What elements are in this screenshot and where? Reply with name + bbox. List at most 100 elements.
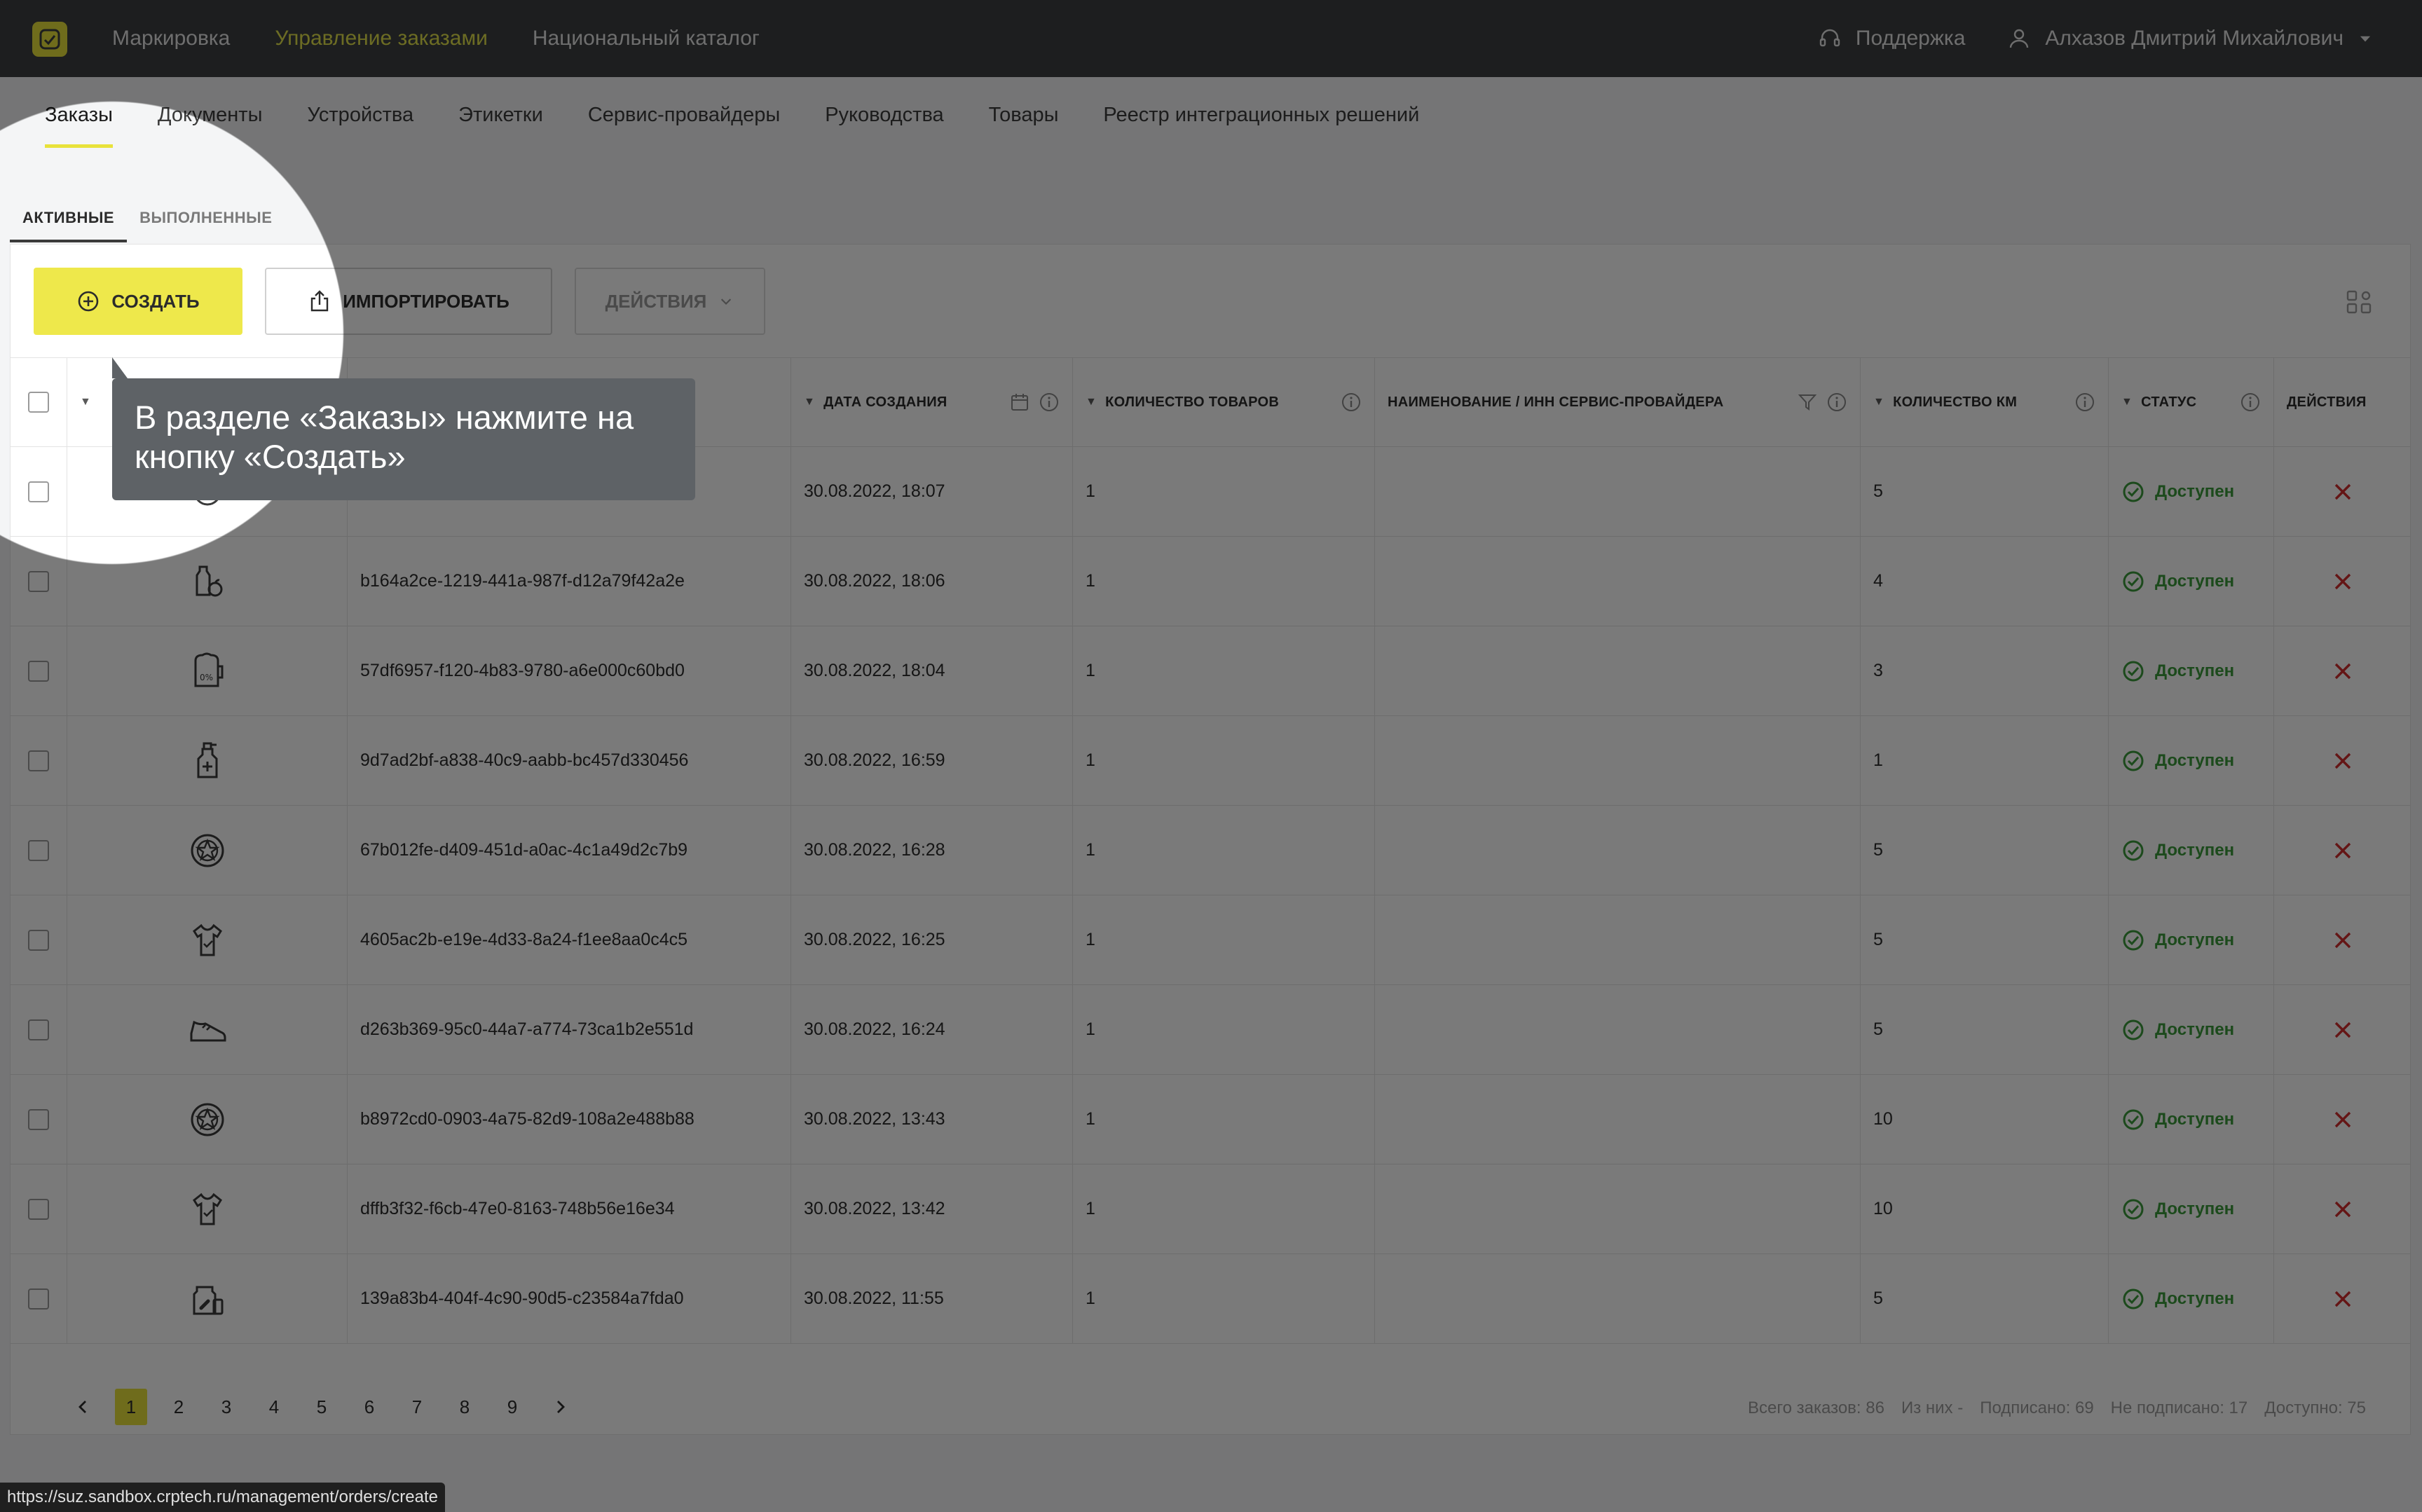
page-number[interactable]: 5 (306, 1389, 338, 1425)
row-km-count: 5 (1861, 985, 2109, 1074)
row-select-cell (10, 537, 67, 626)
top-nav-orders[interactable]: Управление заказами (275, 27, 488, 50)
row-order-id[interactable]: 57df6957-f120-4b83-9780-a6e000c60bd0 (348, 626, 791, 715)
tab-completed[interactable]: ВЫПОЛНЕННЫЕ (127, 196, 285, 242)
info-icon[interactable] (1826, 392, 1847, 413)
delete-icon[interactable] (2332, 750, 2354, 772)
table-row[interactable]: 139a83b4-404f-4c90-90d5-c23584a7fda0 30.0… (10, 1254, 2411, 1344)
user-menu[interactable]: Алхазов Дмитрий Михайлович (2007, 27, 2373, 50)
page-number[interactable]: 2 (163, 1389, 195, 1425)
row-order-id[interactable]: b164a2ce-1219-441a-987f-d12a79f42a2e (348, 537, 791, 626)
row-checkbox[interactable] (27, 929, 49, 951)
tab-manuals[interactable]: Руководства (825, 104, 943, 148)
row-checkbox[interactable] (27, 660, 49, 682)
logo[interactable] (32, 22, 67, 57)
page-number[interactable]: 7 (401, 1389, 433, 1425)
top-nav-catalog[interactable]: Национальный каталог (533, 27, 760, 50)
tab-orders[interactable]: Заказы (45, 104, 113, 148)
row-order-id[interactable]: 139a83b4-404f-4c90-90d5-c23584a7fda0 (348, 1254, 791, 1343)
page-number[interactable]: 6 (353, 1389, 385, 1425)
tab-devices[interactable]: Устройства (307, 104, 413, 148)
tab-service-providers[interactable]: Сервис-провайдеры (588, 104, 780, 148)
import-button[interactable]: ИМПОРТИРОВАТЬ (265, 268, 552, 335)
delete-icon[interactable] (2332, 1019, 2354, 1041)
headset-icon (1819, 29, 1840, 47)
row-category-cell (67, 806, 348, 895)
delete-icon[interactable] (2332, 660, 2354, 682)
row-order-id[interactable]: 4605ac2b-e19e-4d33-8a24-f1ee8aa0c4c5 (348, 895, 791, 984)
table-row[interactable]: 67b012fe-d409-451d-a0ac-4c1a49d2c7b9 30.0… (10, 806, 2411, 895)
table-row[interactable]: 4605ac2b-e19e-4d33-8a24-f1ee8aa0c4c5 30.0… (10, 895, 2411, 985)
delete-icon[interactable] (2332, 929, 2354, 951)
top-nav-marking[interactable]: Маркировка (112, 27, 230, 50)
calendar-icon[interactable] (1009, 392, 1030, 413)
table-row[interactable]: 9d7ad2bf-a838-40c9-aabb-bc457d330456 30.0… (10, 716, 2411, 806)
filter-icon[interactable] (1797, 392, 1818, 413)
status-badge: Доступен (2121, 1018, 2234, 1042)
row-actions-cell (2274, 895, 2411, 984)
table-row[interactable]: d263b369-95c0-44a7-a774-73ca1b2e551d 30.0… (10, 985, 2411, 1075)
row-checkbox[interactable] (27, 1288, 49, 1310)
row-order-id[interactable]: dffb3f32-f6cb-47e0-8163-748b56e16e34 (348, 1164, 791, 1253)
chevron-left-icon (78, 1401, 86, 1413)
table-row[interactable]: b164a2ce-1219-441a-987f-d12a79f42a2e 30.0… (10, 537, 2411, 626)
page-number[interactable]: 3 (210, 1389, 242, 1425)
hint-tooltip: В разделе «Заказы» нажмите на кнопку «Со… (112, 357, 695, 500)
tab-labels[interactable]: Этикетки (458, 104, 543, 148)
support-label: Поддержка (1855, 27, 1966, 50)
header-status[interactable]: ▼ СТАТУС (2109, 358, 2274, 446)
table-row[interactable]: b8972cd0-0903-4a75-82d9-108a2e488b88 30.0… (10, 1075, 2411, 1164)
info-icon[interactable] (2074, 392, 2095, 413)
prev-page-button[interactable] (67, 1389, 100, 1425)
page-number[interactable]: 1 (115, 1389, 147, 1425)
support-link[interactable]: Поддержка (1818, 27, 1966, 50)
delete-icon[interactable] (2332, 1108, 2354, 1131)
row-order-id[interactable]: 9d7ad2bf-a838-40c9-aabb-bc457d330456 (348, 716, 791, 805)
info-icon[interactable] (1341, 392, 1362, 413)
page-number[interactable]: 9 (496, 1389, 528, 1425)
stats-available: Доступно: 75 (2264, 1398, 2366, 1417)
delete-icon[interactable] (2332, 1198, 2354, 1221)
row-checkbox[interactable] (27, 1198, 49, 1220)
header-km-count[interactable]: ▼ КОЛИЧЕСТВО КМ (1861, 358, 2109, 446)
delete-icon[interactable] (2332, 570, 2354, 593)
select-all-checkbox[interactable] (27, 392, 49, 413)
delete-icon[interactable] (2332, 1288, 2354, 1310)
row-checkbox[interactable] (27, 1019, 49, 1040)
row-checkbox[interactable] (27, 839, 49, 861)
page-number[interactable]: 8 (449, 1389, 481, 1425)
row-checkbox[interactable] (27, 570, 49, 592)
delete-icon[interactable] (2332, 481, 2354, 503)
actions-dropdown[interactable]: ДЕЙСТВИЯ (575, 268, 765, 335)
row-goods-count: 1 (1073, 626, 1375, 715)
row-checkbox[interactable] (27, 481, 49, 502)
header-goods-count[interactable]: ▼ КОЛИЧЕСТВО ТОВАРОВ (1073, 358, 1375, 446)
row-checkbox[interactable] (27, 750, 49, 771)
delete-icon[interactable] (2332, 839, 2354, 862)
row-order-id[interactable]: 67b012fe-d409-451d-a0ac-4c1a49d2c7b9 (348, 806, 791, 895)
sort-icon[interactable]: ▼ (80, 396, 91, 408)
status-url: https://suz.sandbox.crptech.ru/managemen… (0, 1483, 445, 1512)
table-settings-icon[interactable] (2345, 287, 2373, 315)
header-provider[interactable]: НАИМЕНОВАНИЕ / ИНН СЕРВИС-ПРОВАЙДЕРА (1375, 358, 1861, 446)
row-order-id[interactable]: b8972cd0-0903-4a75-82d9-108a2e488b88 (348, 1075, 791, 1164)
info-icon[interactable] (2240, 392, 2261, 413)
status-badge: Доступен (2121, 1108, 2234, 1132)
info-icon[interactable] (1039, 392, 1060, 413)
row-status-cell: Доступен (2109, 985, 2274, 1074)
row-created: 30.08.2022, 16:24 (791, 985, 1073, 1074)
row-goods-count: 1 (1073, 1075, 1375, 1164)
status-label: Доступен (2155, 1199, 2235, 1218)
tab-integration-registry[interactable]: Реестр интеграционных решений (1103, 104, 1419, 148)
table-row[interactable]: 0% 57df6957-f120-4b83-9780-a6e000c60bd0 30… (10, 626, 2411, 716)
next-page-button[interactable] (544, 1389, 576, 1425)
row-order-id[interactable]: d263b369-95c0-44a7-a774-73ca1b2e551d (348, 985, 791, 1074)
tab-goods[interactable]: Товары (989, 104, 1059, 148)
tab-active[interactable]: АКТИВНЫЕ (10, 196, 128, 242)
row-checkbox[interactable] (27, 1108, 49, 1130)
tab-documents[interactable]: Документы (158, 104, 263, 148)
page-number[interactable]: 4 (258, 1389, 290, 1425)
table-row[interactable]: dffb3f32-f6cb-47e0-8163-748b56e16e34 30.0… (10, 1164, 2411, 1254)
create-button[interactable]: СОЗДАТЬ (34, 268, 242, 335)
header-created[interactable]: ▼ ДАТА СОЗДАНИЯ (791, 358, 1073, 446)
